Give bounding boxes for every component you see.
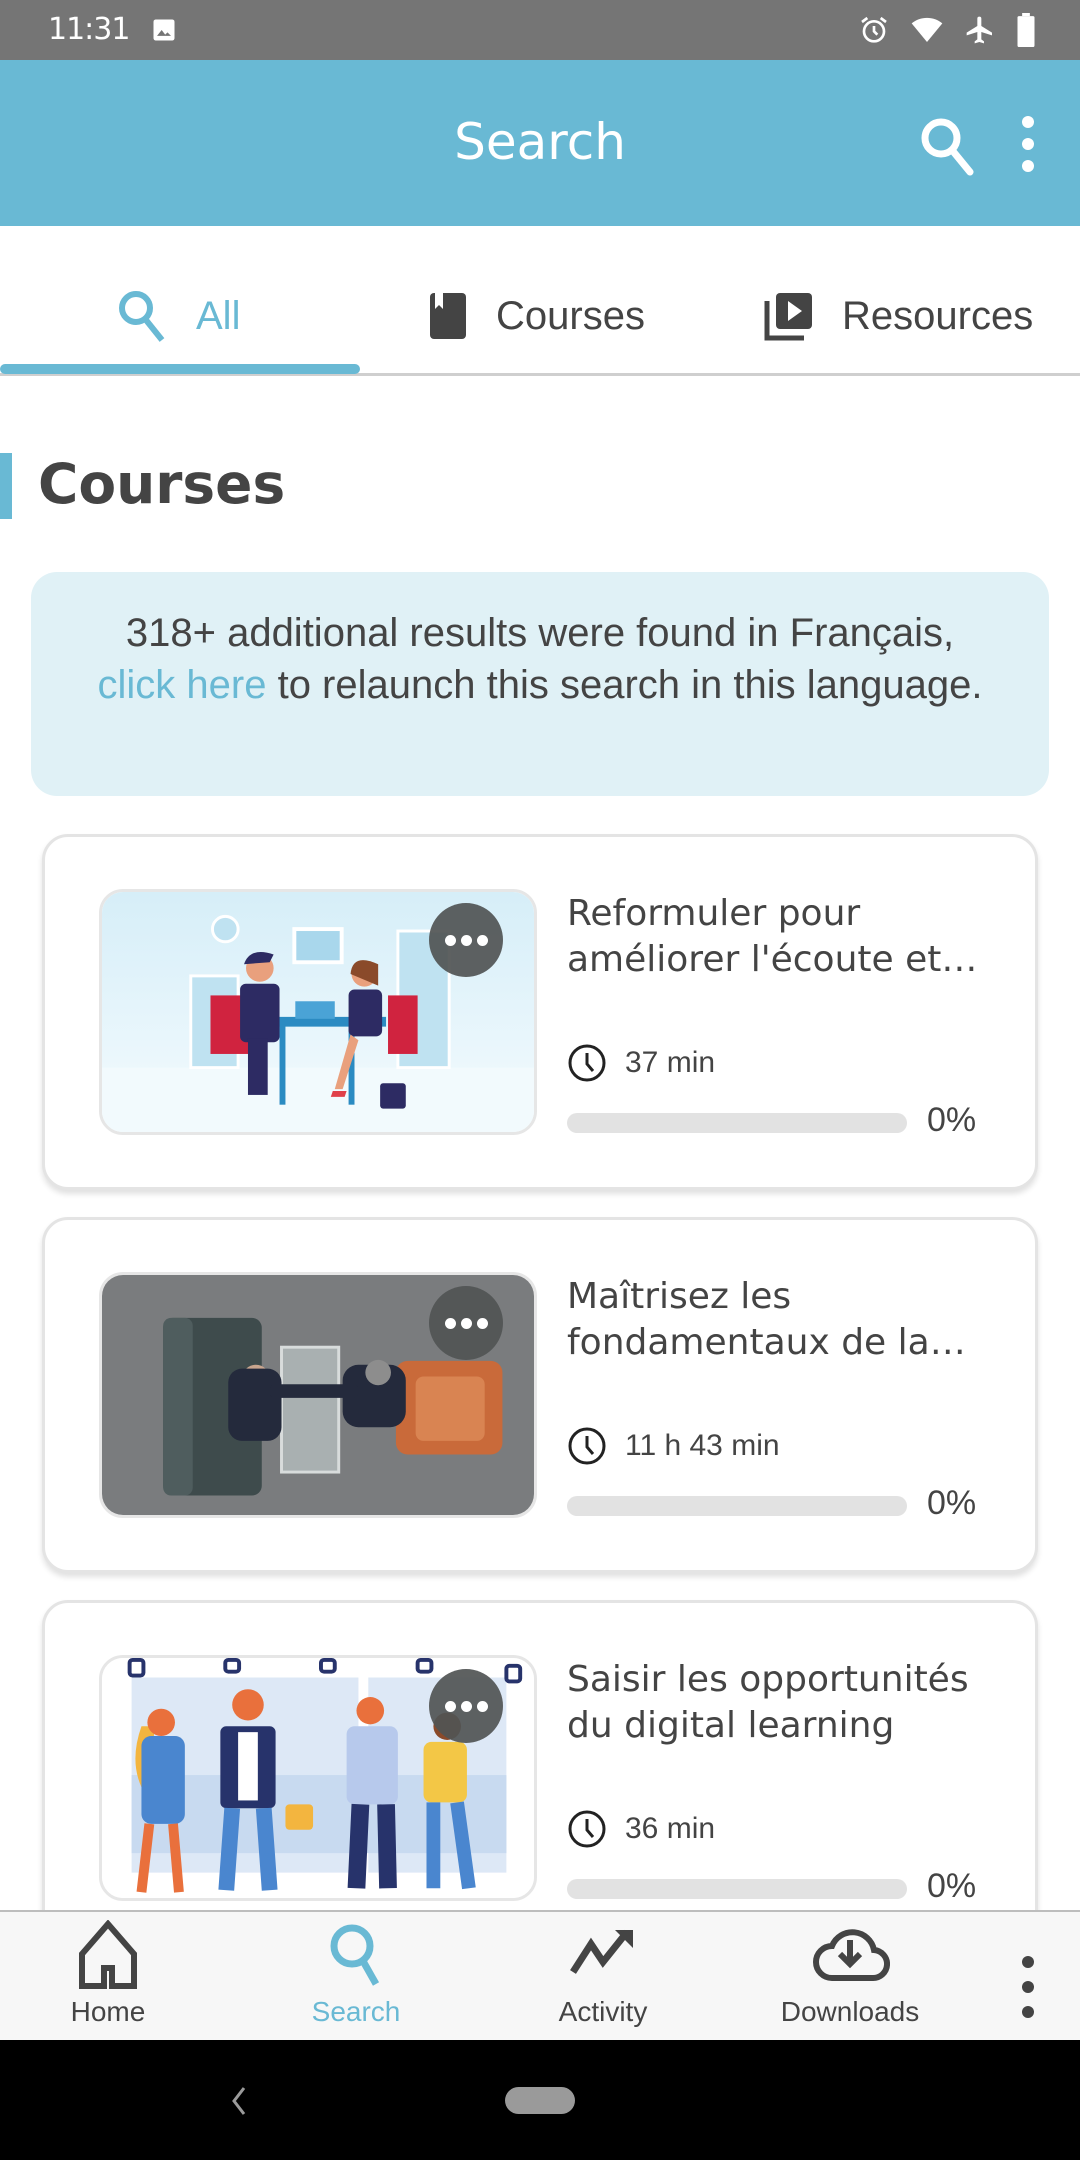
- clock-icon: [568, 1044, 606, 1082]
- alarm-icon: [861, 16, 887, 43]
- duration-text: 11 h 43 min: [625, 1429, 780, 1462]
- image-icon: [153, 19, 175, 41]
- bottom-navigation: Home Search Activity Downloads: [0, 1910, 1080, 2040]
- notice-text: 318+ additional results were found in Fr…: [125, 611, 955, 655]
- section-accent-bar: [0, 453, 12, 519]
- cloud-download-icon: [813, 1929, 890, 1982]
- duration-text: 37 min: [625, 1046, 716, 1079]
- course-duration: 36 min: [567, 1809, 715, 1849]
- course-progress-bar: [567, 1879, 907, 1899]
- tab-label: Courses: [496, 293, 645, 338]
- tab-label: Resources: [842, 293, 1034, 338]
- nav-label: Downloads: [780, 1996, 920, 2027]
- status-time: 11:31: [48, 12, 130, 47]
- status-bar: 11:31: [0, 0, 1080, 60]
- section-title: Courses: [38, 452, 286, 516]
- tab-resources[interactable]: Resources: [764, 286, 1033, 346]
- course-progress-bar: [567, 1113, 907, 1133]
- search-tabs: All Courses Resources: [0, 226, 1080, 376]
- nav-activity[interactable]: Activity: [503, 1920, 703, 2040]
- search-icon: [330, 1924, 380, 1986]
- clock-icon: [568, 1810, 606, 1848]
- course-options-button[interactable]: [429, 903, 503, 977]
- video-library-icon: [764, 293, 812, 341]
- nav-label: Activity: [558, 1996, 648, 2027]
- app-bar: Search: [0, 60, 1080, 226]
- tab-all[interactable]: All: [116, 286, 240, 346]
- tab-courses[interactable]: Courses: [428, 286, 645, 346]
- nav-home[interactable]: Home: [8, 1920, 208, 2040]
- notice-text-after: to relaunch this search in this language…: [266, 663, 983, 707]
- nav-downloads[interactable]: Downloads: [750, 1920, 950, 2040]
- nav-label: Home: [70, 1996, 146, 2027]
- progress-percent: 0%: [927, 1484, 977, 1522]
- search-icon: [119, 291, 165, 342]
- search-icon[interactable]: [915, 112, 979, 176]
- progress-percent: 0%: [927, 1867, 977, 1905]
- course-duration: 11 h 43 min: [567, 1426, 780, 1466]
- course-progress-bar: [567, 1496, 907, 1516]
- clock-icon: [568, 1427, 606, 1465]
- course-options-button[interactable]: [429, 1286, 503, 1360]
- trending-up-icon: [570, 1929, 633, 1974]
- course-card[interactable]: Saisir les opportunités du digital learn…: [42, 1600, 1038, 1956]
- nav-label: Search: [311, 1996, 401, 2027]
- progress-percent: 0%: [927, 1101, 977, 1139]
- book-icon: [430, 293, 466, 339]
- home-pill-button[interactable]: [505, 2087, 575, 2114]
- language-notice: 318+ additional results were found in Fr…: [31, 572, 1049, 796]
- relaunch-search-link[interactable]: click here: [98, 663, 267, 707]
- course-options-button[interactable]: [429, 1669, 503, 1743]
- active-tab-indicator: [0, 364, 360, 374]
- more-vertical-icon[interactable]: [1010, 112, 1046, 176]
- course-duration: 37 min: [567, 1043, 715, 1083]
- battery-icon: [1017, 13, 1035, 47]
- course-card[interactable]: Reformuler pour améliorer l'écoute et l.…: [42, 834, 1038, 1190]
- course-title: Reformuler pour améliorer l'écoute et l.…: [567, 893, 942, 980]
- wifi-icon: [911, 17, 943, 42]
- system-navigation-bar: [0, 2040, 1080, 2160]
- course-title: Maîtrisez les fondamentaux de la v...: [567, 1276, 930, 1363]
- course-title: Saisir les opportunités du digital learn…: [567, 1659, 969, 1746]
- nav-search[interactable]: Search: [256, 1920, 456, 2040]
- airplane-mode-icon: [966, 16, 992, 44]
- back-icon[interactable]: [226, 2084, 250, 2118]
- home-icon: [79, 1920, 137, 1989]
- tab-label: All: [196, 293, 241, 338]
- more-vertical-icon[interactable]: [1010, 1952, 1046, 2022]
- duration-text: 36 min: [625, 1812, 716, 1845]
- course-card[interactable]: Maîtrisez les fondamentaux de la v... 11…: [42, 1217, 1038, 1573]
